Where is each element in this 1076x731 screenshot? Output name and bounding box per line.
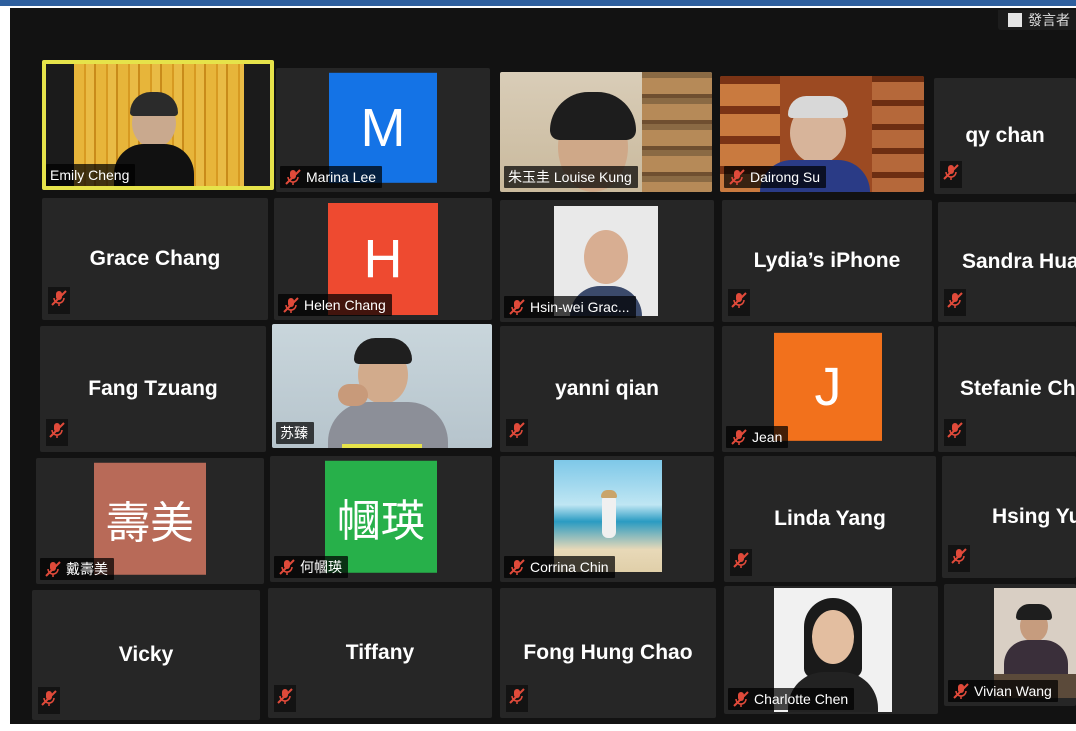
participant-tile-qy-chan[interactable]: qy chan <box>934 78 1076 194</box>
participant-nameplate: 苏臻 <box>276 422 314 444</box>
muted-mic-icon <box>46 419 68 446</box>
muted-mic-icon <box>506 419 528 446</box>
participant-tile-he-guo-ying[interactable]: 幗瑛 何幗瑛 <box>270 456 492 582</box>
participant-name: yanni qian <box>555 377 659 400</box>
participant-tile-hsin-wei-grace[interactable]: Hsin-wei Grac... <box>500 200 714 322</box>
participant-tile-su-zhen[interactable]: 苏臻 <box>272 324 492 448</box>
participant-tile-jean[interactable]: J Jean <box>722 326 934 452</box>
figure <box>602 494 616 538</box>
participant-tile-stefanie-ch[interactable]: Stefanie Ch <box>938 326 1076 452</box>
hair <box>788 96 848 118</box>
participant-tile-sandra-hua[interactable]: Sandra Hua <box>938 202 1076 322</box>
participant-tile-dairong-su[interactable]: Dairong Su <box>720 76 924 192</box>
participant-name: qy chan <box>965 124 1045 147</box>
top-border <box>0 0 1076 6</box>
participant-tile-fang-tzuang[interactable]: Fang Tzuang <box>40 326 266 452</box>
muted-mic-icon <box>728 168 746 186</box>
participant-nameplate: Marina Lee <box>280 166 383 188</box>
participant-name: Linda Yang <box>774 507 886 530</box>
muted-mic-icon <box>282 296 300 314</box>
muted-mic-icon <box>730 549 752 576</box>
participant-nameplate: Helen Chang <box>278 294 392 316</box>
participant-nameplate: Hsin-wei Grac... <box>504 296 636 318</box>
participant-tile-linda-yang[interactable]: Linda Yang <box>724 456 936 582</box>
participant-tile-dai-shou-mei[interactable]: 壽美 戴壽美 <box>36 458 264 584</box>
participant-tile-corrina-chin[interactable]: Corrina Chin <box>500 456 714 582</box>
participant-name: Vicky <box>118 643 174 666</box>
muted-mic-icon <box>48 287 70 314</box>
participant-name: Stefanie Ch <box>960 377 1076 400</box>
participant-tile-grace-chang[interactable]: Grace Chang <box>42 198 268 320</box>
participant-nameplate: Emily Cheng <box>46 164 136 186</box>
hair <box>550 92 636 140</box>
muted-mic-icon <box>952 682 970 700</box>
participant-tile-louise-kung[interactable]: 朱玉圭 Louise Kung <box>500 72 712 192</box>
participant-face <box>584 230 628 284</box>
participant-nameplate: 何幗瑛 <box>274 556 348 578</box>
participant-grid: Emily Cheng M Marina Lee 朱玉圭 Louise Kung <box>10 8 1076 724</box>
muted-mic-icon <box>44 560 62 578</box>
muted-mic-icon <box>278 558 296 576</box>
participant-name: Fong Hung Chao <box>523 641 693 664</box>
muted-mic-icon <box>508 298 526 316</box>
muted-mic-icon <box>944 419 966 446</box>
participant-name: Sandra Hua <box>962 250 1076 273</box>
speaking-indicator <box>342 444 422 448</box>
participant-tile-lydias-iphone[interactable]: Lydia’s iPhone <box>722 200 932 322</box>
hat <box>601 490 617 498</box>
participant-tile-tiffany[interactable]: Tiffany <box>268 588 492 718</box>
muted-mic-icon <box>508 558 526 576</box>
shelf-right <box>872 76 924 192</box>
hand <box>338 384 368 406</box>
shoulders <box>328 402 448 448</box>
muted-mic-icon <box>944 289 966 316</box>
participant-name: Hsing Yu <box>992 505 1076 528</box>
letter-avatar: J <box>774 332 882 441</box>
zoom-gallery-view: 發言者 Emily Cheng M Marina Lee 朱玉圭 Louise … <box>10 8 1076 724</box>
muted-mic-icon <box>284 168 302 186</box>
participant-tile-vivian-wang[interactable]: Vivian Wang <box>944 584 1076 706</box>
hair <box>1016 604 1052 620</box>
muted-mic-icon <box>506 685 528 712</box>
participant-name: Fang Tzuang <box>88 377 218 400</box>
participant-tile-vicky[interactable]: Vicky <box>32 590 260 720</box>
muted-mic-icon <box>940 161 962 188</box>
participant-nameplate: 朱玉圭 Louise Kung <box>504 166 638 188</box>
participant-face <box>812 610 854 664</box>
participant-name: Grace Chang <box>89 247 221 270</box>
shoulders <box>1004 640 1068 676</box>
muted-mic-icon <box>732 690 750 708</box>
participant-name: Lydia’s iPhone <box>753 249 901 272</box>
participant-tile-helen-chang[interactable]: H Helen Chang <box>274 198 492 320</box>
participant-nameplate: Dairong Su <box>724 166 827 188</box>
participant-tile-hsing-yu[interactable]: Hsing Yu <box>942 456 1076 578</box>
muted-mic-icon <box>274 685 296 712</box>
muted-mic-icon <box>728 289 750 316</box>
bookshelf <box>642 72 712 192</box>
participant-nameplate: Jean <box>726 426 789 448</box>
participant-nameplate: 戴壽美 <box>40 558 114 580</box>
participant-tile-yanni-qian[interactable]: yanni qian <box>500 326 714 452</box>
participant-tile-charlotte-chen[interactable]: Charlotte Chen <box>724 586 938 714</box>
muted-mic-icon <box>948 545 970 572</box>
participant-tile-emily-cheng[interactable]: Emily Cheng <box>42 60 274 190</box>
participant-tile-marina-lee[interactable]: M Marina Lee <box>276 68 490 192</box>
participant-tile-fong-hung-chao[interactable]: Fong Hung Chao <box>500 588 716 718</box>
hair <box>354 338 412 364</box>
participant-nameplate: Charlotte Chen <box>728 688 855 710</box>
muted-mic-icon <box>730 428 748 446</box>
muted-mic-icon <box>38 687 60 714</box>
participant-nameplate: Corrina Chin <box>504 556 615 578</box>
participant-nameplate: Vivian Wang <box>948 680 1058 702</box>
participant-name: Tiffany <box>345 641 415 664</box>
